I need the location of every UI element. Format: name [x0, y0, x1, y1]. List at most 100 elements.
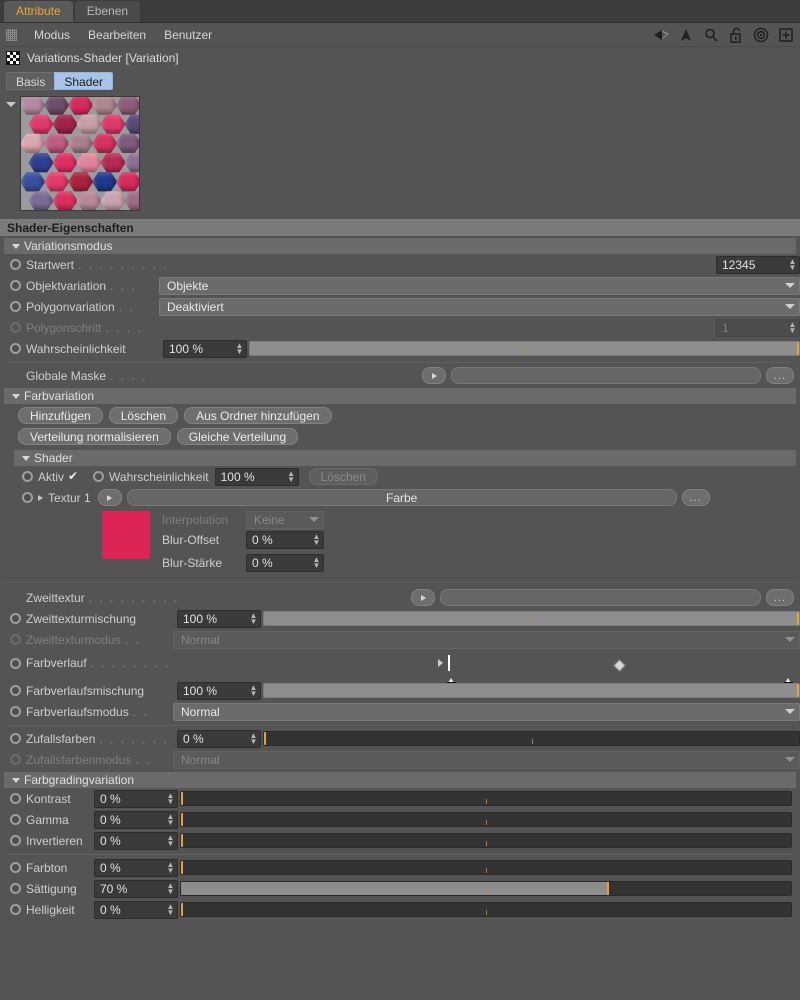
slider-gamma[interactable]: [180, 812, 792, 827]
slider-wahrscheinlichkeit[interactable]: [249, 341, 800, 356]
input-gamma[interactable]: 0 %▲▼: [94, 811, 178, 829]
button-verteilung-normalisieren[interactable]: Verteilung normalisieren: [18, 428, 171, 445]
tab-shader[interactable]: Shader: [54, 72, 113, 90]
tab-attribute[interactable]: Attribute: [4, 1, 73, 22]
keyframe-dot-icon[interactable]: [10, 685, 21, 696]
spinner-icon[interactable]: ▲▼: [166, 862, 175, 874]
expand-arrow-icon[interactable]: [38, 495, 43, 501]
color-swatch-textur[interactable]: [102, 511, 150, 559]
input-startwert[interactable]: 12345 ▲▼: [716, 256, 800, 274]
slider-zweittexturmischung[interactable]: [263, 611, 800, 626]
group-variationsmodus[interactable]: Variationsmodus: [4, 238, 796, 254]
keyframe-dot-icon[interactable]: [10, 862, 21, 873]
button-zweittextur-menu[interactable]: ...: [766, 589, 794, 606]
select-objektvariation[interactable]: Objekte: [159, 277, 800, 295]
spinner-icon[interactable]: ▲▼: [287, 471, 296, 483]
spinner-icon[interactable]: ▲▼: [249, 685, 258, 697]
button-textur-menu[interactable]: ...: [682, 489, 710, 506]
slider-farbton[interactable]: [180, 860, 792, 875]
slider-sättigung[interactable]: [180, 881, 792, 896]
input-farbverlaufsmischung[interactable]: 100 % ▲▼: [177, 682, 261, 700]
spinner-icon[interactable]: ▲▼: [312, 557, 321, 569]
group-shader[interactable]: Shader: [14, 450, 796, 466]
keyframe-dot-icon[interactable]: [10, 814, 21, 825]
slider-kontrast[interactable]: [180, 791, 792, 806]
select-farbverlaufsmodus[interactable]: Normal: [173, 703, 800, 721]
button-aus-ordner-hinzufuegen[interactable]: Aus Ordner hinzufügen: [184, 407, 331, 424]
plus-box-icon[interactable]: [778, 27, 794, 43]
keyframe-dot-icon[interactable]: [22, 492, 33, 503]
keyframe-dot-icon[interactable]: [22, 471, 33, 482]
field-textur-1[interactable]: Farbe: [127, 489, 677, 506]
gradient-midpoint-handle[interactable]: [613, 659, 626, 672]
input-blur-staerke[interactable]: 0 % ▲▼: [246, 554, 324, 572]
spinner-icon[interactable]: ▲▼: [166, 904, 175, 916]
input-farbton[interactable]: 0 %▲▼: [94, 859, 178, 877]
spinner-icon[interactable]: ▲▼: [166, 835, 175, 847]
slider-handle[interactable]: [797, 342, 799, 355]
button-loeschen[interactable]: Löschen: [109, 407, 178, 424]
preview-collapse-icon[interactable]: [6, 102, 16, 107]
button-shader-loeschen[interactable]: Löschen: [309, 468, 378, 485]
input-zufallsfarben[interactable]: 0 % ▲▼: [177, 730, 261, 748]
keyframe-dot-icon[interactable]: [10, 658, 21, 669]
target-icon[interactable]: [753, 27, 769, 43]
input-zweittexturmischung[interactable]: 100 % ▲▼: [177, 610, 261, 628]
input-blur-offset[interactable]: 0 % ▲▼: [246, 531, 324, 549]
keyframe-dot-icon[interactable]: [93, 471, 104, 482]
cursor-arrow-icon[interactable]: [678, 27, 694, 43]
slider-handle[interactable]: [797, 684, 799, 697]
input-sättigung[interactable]: 70 %▲▼: [94, 880, 178, 898]
keyframe-dot-icon[interactable]: [10, 613, 21, 624]
slider-handle[interactable]: [607, 882, 609, 895]
slider-handle[interactable]: [181, 813, 183, 826]
input-invertieren[interactable]: 0 %▲▼: [94, 832, 178, 850]
slider-helligkeit[interactable]: [180, 902, 792, 917]
button-hinzufuegen[interactable]: Hinzufügen: [18, 407, 103, 424]
keyframe-dot-icon[interactable]: [10, 259, 21, 270]
spinner-icon[interactable]: ▲▼: [235, 343, 244, 355]
keyframe-dot-icon[interactable]: [10, 883, 21, 894]
slider-handle[interactable]: [181, 792, 183, 805]
keyframe-dot-icon[interactable]: [10, 706, 21, 717]
slider-zufallsfarben[interactable]: [263, 731, 800, 746]
keyframe-dot-icon[interactable]: [10, 280, 21, 291]
checkbox-aktiv[interactable]: ✔: [68, 471, 79, 482]
gradient-editor[interactable]: [448, 656, 792, 670]
spinner-icon[interactable]: ▲▼: [166, 814, 175, 826]
keyframe-dot-icon[interactable]: [10, 835, 21, 846]
spinner-icon[interactable]: ▲▼: [249, 613, 258, 625]
spinner-icon[interactable]: ▲▼: [249, 733, 258, 745]
button-textur-link[interactable]: [98, 489, 122, 506]
keyframe-dot-icon[interactable]: [10, 793, 21, 804]
slider-invertieren[interactable]: [180, 833, 792, 848]
play-back-icon[interactable]: [653, 27, 669, 43]
spinner-icon[interactable]: ▲▼: [312, 534, 321, 546]
select-polygonvariation[interactable]: Deaktiviert: [159, 298, 800, 316]
keyframe-dot-icon[interactable]: [10, 343, 21, 354]
button-globale-maske-link[interactable]: [422, 367, 446, 384]
input-shader-wahrscheinlichkeit[interactable]: 100 % ▲▼: [215, 468, 299, 486]
lock-open-icon[interactable]: [728, 27, 744, 43]
input-kontrast[interactable]: 0 %▲▼: [94, 790, 178, 808]
menu-modus[interactable]: Modus: [25, 28, 79, 42]
tab-basis[interactable]: Basis: [6, 72, 54, 90]
group-farbgradingvariation[interactable]: Farbgradingvariation: [4, 772, 796, 788]
slider-handle[interactable]: [181, 903, 183, 916]
menu-bearbeiten[interactable]: Bearbeiten: [79, 28, 155, 42]
button-gleiche-verteilung[interactable]: Gleiche Verteilung: [177, 428, 298, 445]
button-zweittextur-link[interactable]: [411, 589, 435, 606]
spinner-icon[interactable]: ▲▼: [166, 883, 175, 895]
slider-handle[interactable]: [181, 834, 183, 847]
search-icon[interactable]: [703, 27, 719, 43]
spinner-icon[interactable]: ▲▼: [788, 259, 797, 271]
expand-arrow-icon[interactable]: [438, 659, 443, 667]
slider-handle[interactable]: [264, 732, 266, 745]
tab-ebenen[interactable]: Ebenen: [75, 1, 140, 22]
spinner-icon[interactable]: ▲▼: [166, 793, 175, 805]
shader-preview-thumbnail[interactable]: [20, 96, 140, 211]
keyframe-dot-icon[interactable]: [10, 301, 21, 312]
gradient-bar[interactable]: [448, 655, 450, 671]
group-farbvariation[interactable]: Farbvariation: [4, 388, 796, 404]
keyframe-dot-icon[interactable]: [10, 904, 21, 915]
